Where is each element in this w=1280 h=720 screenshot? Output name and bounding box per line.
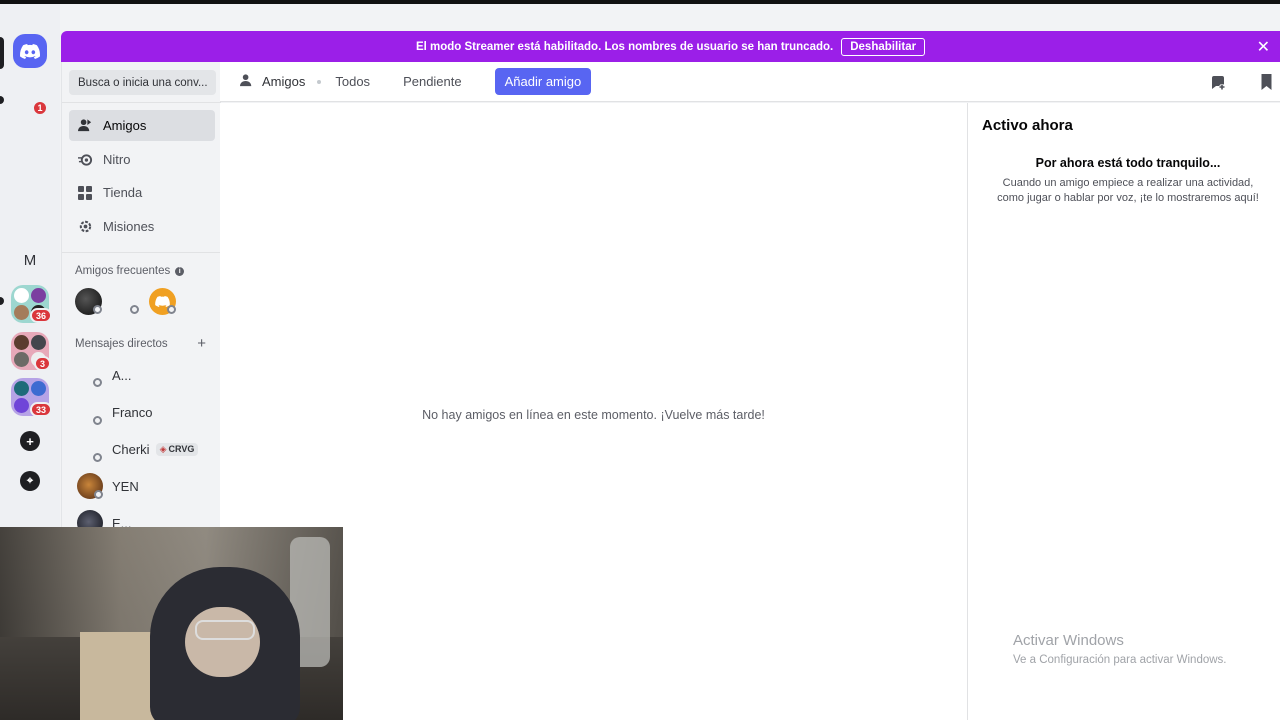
frequent-friends-title: Amigos frecuentes xyxy=(75,265,171,277)
dm-name: A... xyxy=(112,367,132,383)
friends-icon xyxy=(240,73,255,91)
unread-pip xyxy=(0,96,4,104)
direct-messages-title: Mensajes directos xyxy=(75,338,168,350)
quests-icon xyxy=(77,219,93,235)
direct-messages-heading: Mensajes directos xyxy=(75,338,168,350)
status-offline-icon xyxy=(93,453,102,462)
divider xyxy=(62,252,221,253)
add-server-icon[interactable]: + xyxy=(20,431,40,451)
active-now-title: Activo ahora xyxy=(982,117,1073,134)
dm-item[interactable]: YEN xyxy=(77,471,215,501)
folder-1-badge: 36 xyxy=(30,308,52,323)
tab-pending[interactable]: Pendiente xyxy=(403,74,462,89)
nav-label: Nitro xyxy=(103,152,131,167)
new-dm-icon[interactable]: + xyxy=(197,335,206,352)
dm-name: Cherki xyxy=(112,441,150,457)
status-offline-icon xyxy=(130,305,139,314)
close-icon[interactable]: ✕ xyxy=(1257,37,1270,57)
nav-label: Misiones xyxy=(103,219,155,234)
nav-label: Amigos xyxy=(103,118,147,133)
notification-badge: 1 xyxy=(32,100,48,116)
info-icon[interactable]: i xyxy=(175,266,185,276)
folder-2-badge: 3 xyxy=(34,356,51,371)
webcam-person-glasses xyxy=(195,620,255,640)
frequent-friends-heading: Amigos frecuentes i xyxy=(75,265,185,277)
quiet-description: Cuando un amigo empiece a realizar una a… xyxy=(968,176,1280,206)
friends-title: Amigos xyxy=(240,73,305,91)
watermark-line-1: Activar Windows xyxy=(1013,632,1124,649)
inbox-icon[interactable] xyxy=(1260,74,1273,90)
folder-pip xyxy=(0,297,4,305)
search-input[interactable]: Busca o inicia una conv... xyxy=(69,70,216,95)
friends-icon xyxy=(77,118,93,134)
banner-message: El modo Streamer está habilitado. Los no… xyxy=(415,40,834,53)
add-friend-button[interactable]: Añadir amigo xyxy=(494,68,592,95)
friends-header: Amigos Todos Pendiente Añadir amigo xyxy=(220,62,1280,102)
dm-item[interactable]: Cherki ◈ CRVG xyxy=(77,434,215,464)
empty-state-message: No hay amigos en línea en este momento. … xyxy=(422,408,765,422)
status-offline-icon xyxy=(93,305,102,314)
guild-m[interactable]: M xyxy=(11,241,49,279)
page-title: Amigos xyxy=(262,74,306,89)
divider xyxy=(62,102,221,103)
watermark-line-2: Ve a Configuración para activar Windows. xyxy=(1013,654,1227,666)
webcam-overlay xyxy=(0,527,343,720)
streamer-mode-banner: El modo Streamer está habilitado. Los no… xyxy=(61,31,1280,62)
windows-activation-watermark: Activar Windows Ve a Configuración para … xyxy=(1013,632,1227,666)
quiet-title: Por ahora está todo tranquilo... xyxy=(1035,156,1221,170)
nav-label: Tienda xyxy=(103,185,143,200)
discord-logo-icon xyxy=(20,43,40,59)
disable-streamer-button[interactable]: Deshabilitar xyxy=(841,37,926,56)
discord-window: 1 M 36 3 33 + ⌖ El modo Streamer está ha… xyxy=(0,0,1280,720)
dm-name-with-tag: Cherki ◈ CRVG xyxy=(112,441,199,457)
quiet-desc-line-2: como jugar o hablar por voz, ¡te lo most… xyxy=(997,192,1259,204)
status-offline-icon xyxy=(167,305,176,314)
shop-icon xyxy=(77,185,93,201)
home-button[interactable] xyxy=(13,34,47,68)
nav-item-friends[interactable]: Amigos xyxy=(69,110,215,141)
explore-servers-icon[interactable]: ⌖ xyxy=(20,471,40,491)
dm-item[interactable]: A... xyxy=(77,360,215,390)
status-offline-icon xyxy=(93,416,102,425)
nav-item-quests[interactable]: Misiones xyxy=(69,211,215,242)
nav-item-shop[interactable]: Tienda xyxy=(69,177,215,208)
clan-tag: ◈ CRVG xyxy=(155,442,199,456)
webcam-person-face xyxy=(185,607,260,677)
selected-indicator xyxy=(0,37,4,69)
dm-item[interactable]: Franco xyxy=(77,397,215,427)
nitro-icon xyxy=(77,152,93,168)
active-now-panel: Activo ahora Por ahora está todo tranqui… xyxy=(967,103,1280,720)
clan-tag-icon: ◈ xyxy=(159,443,167,454)
divider-dot xyxy=(317,79,322,84)
new-group-dm-icon[interactable] xyxy=(1210,74,1226,90)
nav-item-nitro[interactable]: Nitro xyxy=(69,144,215,175)
status-offline-icon xyxy=(93,378,102,387)
quiet-desc-line-1: Cuando un amigo empiece a realizar una a… xyxy=(1002,177,1254,189)
clan-tag-label: CRVG xyxy=(168,444,195,454)
folder-3-badge: 33 xyxy=(30,402,52,417)
top-strip xyxy=(0,0,1280,4)
status-offline-icon xyxy=(94,490,103,499)
dm-name: Franco xyxy=(112,404,153,420)
dm-name: YEN xyxy=(112,478,139,494)
tab-all[interactable]: Todos xyxy=(335,74,370,89)
